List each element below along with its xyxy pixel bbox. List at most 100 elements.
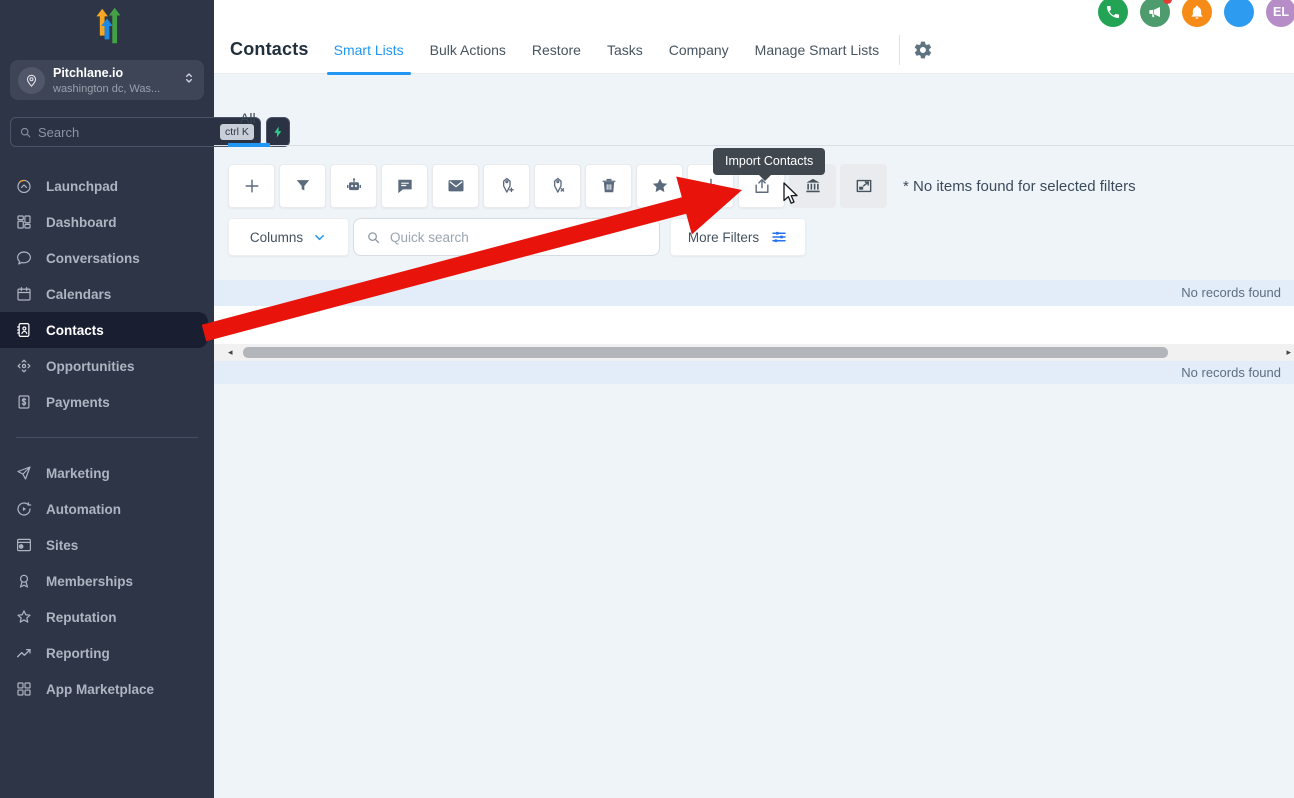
filter-row: Columns More Filters: [214, 208, 1294, 256]
toolbar-automation-bot-button[interactable]: [330, 164, 377, 208]
sidebar-item-reporting[interactable]: Reporting: [0, 635, 214, 671]
sidebar: Pitchlane.io washington dc, Was... ctrl …: [0, 0, 214, 798]
scrollbar-left-arrow[interactable]: ◂: [228, 344, 233, 361]
toolbar-star-button[interactable]: [636, 164, 683, 208]
sidebar-item-label: Conversations: [46, 251, 140, 266]
tab-all[interactable]: All: [240, 110, 256, 126]
bank-icon: [803, 176, 823, 196]
highlevel-logo-icon: [0, 0, 214, 50]
sidebar-search-input[interactable]: [38, 125, 214, 140]
sidebar-item-label: Launchpad: [46, 179, 118, 194]
toolbar-merge-button[interactable]: [840, 164, 887, 208]
settings-button[interactable]: [913, 40, 933, 60]
quick-action-icons: EL: [1098, 0, 1294, 27]
location-pin-icon: [18, 67, 45, 94]
sidebar-item-label: Opportunities: [46, 359, 135, 374]
funnel-icon: [293, 176, 313, 196]
sidebar-item-dashboard[interactable]: Dashboard: [0, 204, 214, 240]
reputation-icon: [15, 608, 33, 626]
sliders-icon: [770, 228, 788, 246]
question-icon: [1231, 4, 1247, 20]
toolbar-filter-button[interactable]: [279, 164, 326, 208]
tag-remove-icon: [548, 176, 568, 196]
dashboard-icon: [15, 213, 33, 231]
sidebar-item-automation[interactable]: Automation: [0, 491, 214, 527]
tab-tasks[interactable]: Tasks: [607, 42, 643, 58]
sidebar-item-label: Contacts: [46, 323, 104, 338]
phone-icon: [1105, 4, 1121, 20]
sidebar-item-calendars[interactable]: Calendars: [0, 276, 214, 312]
toolbar-send-email-button[interactable]: [432, 164, 479, 208]
more-filters-label: More Filters: [688, 230, 759, 245]
sidebar-nav-primary: Launchpad Dashboard Conversations Calendars…: [0, 168, 214, 420]
sidebar-item-label: Calendars: [46, 287, 111, 302]
memberships-icon: [15, 572, 33, 590]
sidebar-item-conversations[interactable]: Conversations: [0, 240, 214, 276]
avatar: EL: [1273, 5, 1289, 19]
quick-search-input[interactable]: [390, 230, 649, 245]
sidebar-item-label: Dashboard: [46, 215, 117, 230]
notifications-button[interactable]: [1182, 0, 1212, 27]
app-marketplace-icon: [15, 680, 33, 698]
sidebar-item-launchpad[interactable]: Launchpad: [0, 168, 214, 204]
sidebar-item-label: Sites: [46, 538, 78, 553]
help-button[interactable]: [1224, 0, 1254, 27]
toolbar-delete-button[interactable]: [585, 164, 632, 208]
sidebar-item-sites[interactable]: Sites: [0, 527, 214, 563]
sidebar-item-reputation[interactable]: Reputation: [0, 599, 214, 635]
sidebar-item-label: Reporting: [46, 646, 110, 661]
import-contacts-tooltip: Import Contacts: [713, 148, 825, 175]
tab-smart-lists[interactable]: Smart Lists: [334, 42, 404, 58]
tab-manage-smart-lists[interactable]: Manage Smart Lists: [755, 42, 880, 58]
page-header: Contacts Smart ListsBulk ActionsRestoreT…: [214, 0, 1294, 74]
app-window: Pitchlane.io washington dc, Was... ctrl …: [0, 0, 1294, 798]
sidebar-item-opportunities[interactable]: Opportunities: [0, 348, 214, 384]
contacts-icon: [15, 321, 33, 339]
sidebar-item-marketing[interactable]: Marketing: [0, 455, 214, 491]
plus-icon: [242, 176, 262, 196]
marketing-icon: [15, 464, 33, 482]
account-name: Pitchlane.io: [53, 66, 123, 80]
search-icon: [19, 126, 32, 139]
profile-button[interactable]: EL: [1266, 0, 1294, 27]
horizontal-scrollbar[interactable]: ◂ ▸: [214, 344, 1294, 361]
logo-arrows: [96, 8, 120, 43]
toolbar-send-sms-button[interactable]: [381, 164, 428, 208]
robot-icon: [344, 176, 364, 196]
chevron-updown-icon: [182, 71, 196, 90]
frame-arrow-icon: [854, 176, 874, 196]
columns-button-label: Columns: [250, 230, 303, 245]
scrollbar-thumb[interactable]: [243, 347, 1168, 358]
toolbar-add-tag-button[interactable]: [483, 164, 530, 208]
sidebar-item-memberships[interactable]: Memberships: [0, 563, 214, 599]
sidebar-item-app-marketplace[interactable]: App Marketplace: [0, 671, 214, 707]
scrollbar-right-arrow[interactable]: ▸: [1286, 344, 1291, 361]
automation-icon: [15, 500, 33, 518]
search-icon: [366, 230, 381, 245]
more-filters-button[interactable]: More Filters: [670, 218, 806, 256]
calendars-icon: [15, 285, 33, 303]
envelope-icon: [446, 176, 466, 196]
gear-icon: [913, 40, 933, 60]
sidebar-item-payments[interactable]: Payments: [0, 384, 214, 420]
table-footer-row: No records found: [214, 361, 1294, 384]
sidebar-item-label: App Marketplace: [46, 682, 154, 697]
toolbar-remove-tag-button[interactable]: [534, 164, 581, 208]
sidebar-item-contacts[interactable]: Contacts: [0, 312, 208, 348]
quick-search[interactable]: [353, 218, 660, 256]
phone-button[interactable]: [1098, 0, 1128, 27]
table-body-empty: [214, 306, 1294, 344]
message-icon: [395, 176, 415, 196]
toolbar-add-contact-button[interactable]: [228, 164, 275, 208]
megaphone-icon: [1147, 4, 1163, 20]
sidebar-nav-secondary: MarketingAutomation Sites MembershipsReput…: [0, 455, 214, 707]
star-icon: [650, 176, 670, 196]
tab-company[interactable]: Company: [669, 42, 729, 58]
tab-restore[interactable]: Restore: [532, 42, 581, 58]
account-switcher[interactable]: Pitchlane.io washington dc, Was...: [10, 60, 204, 100]
tab-bulk-actions[interactable]: Bulk Actions: [430, 42, 506, 58]
columns-button[interactable]: Columns: [228, 218, 349, 256]
main-area: Contacts Smart ListsBulk ActionsRestoreT…: [214, 0, 1294, 798]
content-area: All * No items found for selected filter…: [214, 74, 1294, 798]
announcements-button[interactable]: [1140, 0, 1170, 27]
